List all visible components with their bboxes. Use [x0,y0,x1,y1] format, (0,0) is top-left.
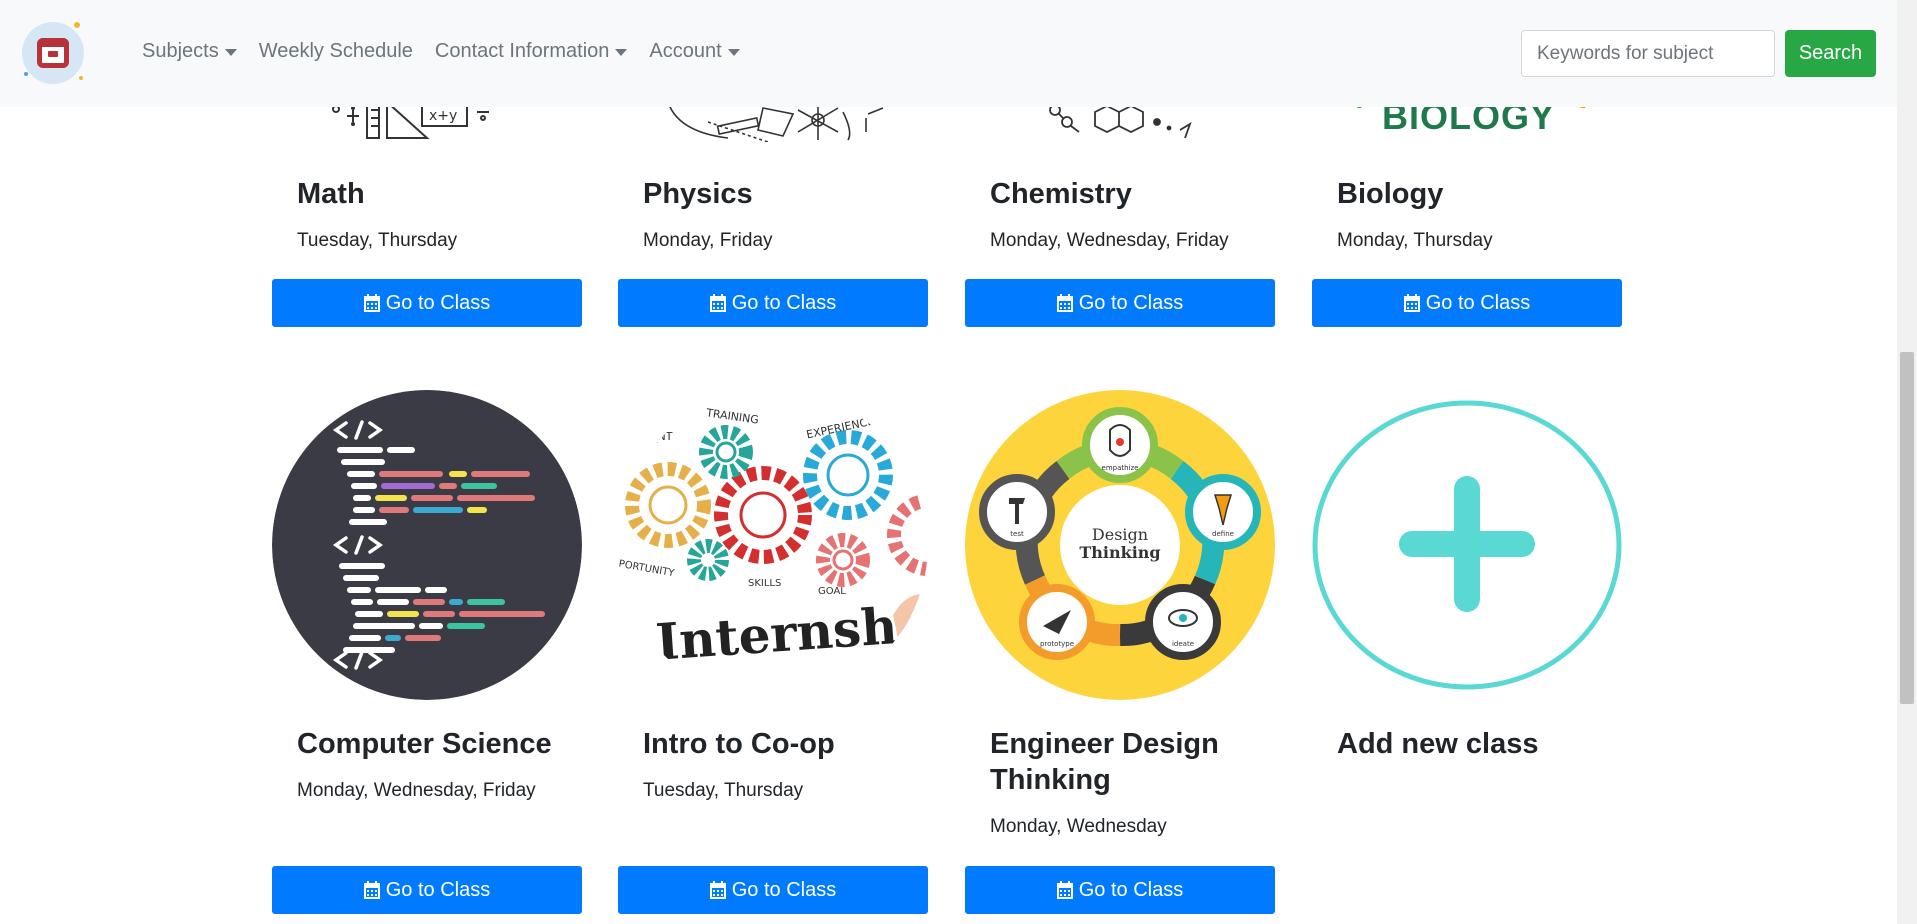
card-days: Monday, Thursday [1337,230,1493,251]
stage-test: test [1010,530,1024,538]
stage-empathize: empathize [1102,464,1139,472]
go-to-class-button-math[interactable]: Go to Class [272,279,582,327]
math-sketch-image: x+y [332,102,489,139]
card-title: Add new class [1337,728,1539,760]
go-to-class-button-engineer-design-thinking[interactable]: Go to Class [965,866,1275,914]
go-to-class-button-chemistry[interactable]: Go to Class [965,279,1275,327]
gear-label-nt: _NT [651,430,673,443]
card-days: Tuesday, Thursday [643,780,804,801]
go-to-class-label: Go to Class [731,291,837,314]
search-input[interactable] [1521,30,1775,77]
code-icon [272,390,582,700]
stage-prototype: prototype [1040,640,1074,648]
sparkle-dot [79,76,83,80]
nav-subjects-label: Subjects [142,40,219,62]
gear-label-skills: SKILLS [748,578,781,589]
calendar-icon [709,881,726,899]
gear-label-goal: GOAL [818,586,846,597]
nav-contact-label: Contact Information [434,40,610,62]
page-scrollbar[interactable] [1897,0,1917,924]
navbar: Subjects Weekly Schedule Contact Informa… [0,0,1897,107]
calendar-icon [363,881,380,899]
nav-account-label: Account [649,40,722,62]
card-title: Engineer Design Thinking [990,728,1219,796]
caret-down-icon [727,49,740,56]
card-days: Tuesday, Thursday [297,230,458,251]
go-to-class-label: Go to Class [385,878,491,901]
stage-ideate: ideate [1172,640,1194,648]
svg-text:x+y: x+y [429,108,457,124]
plus-icon[interactable] [1312,390,1622,700]
sparkle-dot [74,22,80,28]
caret-down-icon [615,49,628,56]
design-thinking-title-2: Thinking [1079,543,1160,562]
calendar-icon [1403,294,1420,312]
calendar-icon [1056,881,1073,899]
card-title: Math [297,178,365,210]
calendar-icon [37,38,69,68]
go-to-class-button-computer-science[interactable]: Go to Class [272,866,582,914]
card-title: Chemistry [990,178,1132,210]
sparkle-dot [24,72,28,76]
card-title: Intro to Co-op [643,728,835,760]
card-title: Computer Science [297,728,552,760]
nav-weekly-schedule[interactable]: Weekly Schedule [259,40,413,63]
go-to-class-button-intro-to-co-op[interactable]: Go to Class [618,866,928,914]
nav-links: Subjects Weekly Schedule Contact Informa… [142,40,762,63]
card-title: Biology [1337,178,1444,210]
search-button[interactable]: Search [1785,30,1876,77]
card-days: Monday, Wednesday [990,816,1167,837]
go-to-class-label: Go to Class [1078,878,1184,901]
calendar-icon [1056,294,1073,312]
nav-contact-information[interactable]: Contact Information [435,40,628,63]
go-to-class-label: Go to Class [385,291,491,314]
stage-define: define [1212,530,1234,538]
card-days: Monday, Wednesday, Friday [990,230,1229,251]
design-thinking-title-1: Design [1092,525,1148,544]
card-days: Monday, Wednesday, Friday [297,780,536,801]
go-to-class-button-biology[interactable]: Go to Class [1312,279,1622,327]
go-to-class-label: Go to Class [731,878,837,901]
internship-gears-image: TRAINING EXPERIENCE _NT PORTUNITY SKILLS… [618,390,928,700]
go-to-class-button-physics[interactable]: Go to Class [618,279,928,327]
design-thinking-image: Design Thinking empathize define ideate … [965,390,1275,700]
card-title: Physics [643,178,753,210]
brand-logo[interactable] [22,22,84,84]
scrollbar-thumb[interactable] [1900,352,1914,704]
caret-down-icon [224,49,237,56]
nav-account[interactable]: Account [649,40,740,63]
card-days: Monday, Friday [643,230,773,251]
calendar-icon [709,294,726,312]
go-to-class-label: Go to Class [1425,291,1531,314]
nav-subjects[interactable]: Subjects [142,40,237,63]
nav-weekly-schedule-label: Weekly Schedule [258,40,413,62]
chemistry-sketch-image [1049,104,1192,139]
physics-sketch-image [668,102,884,142]
calendar-icon [363,294,380,312]
go-to-class-label: Go to Class [1078,291,1184,314]
